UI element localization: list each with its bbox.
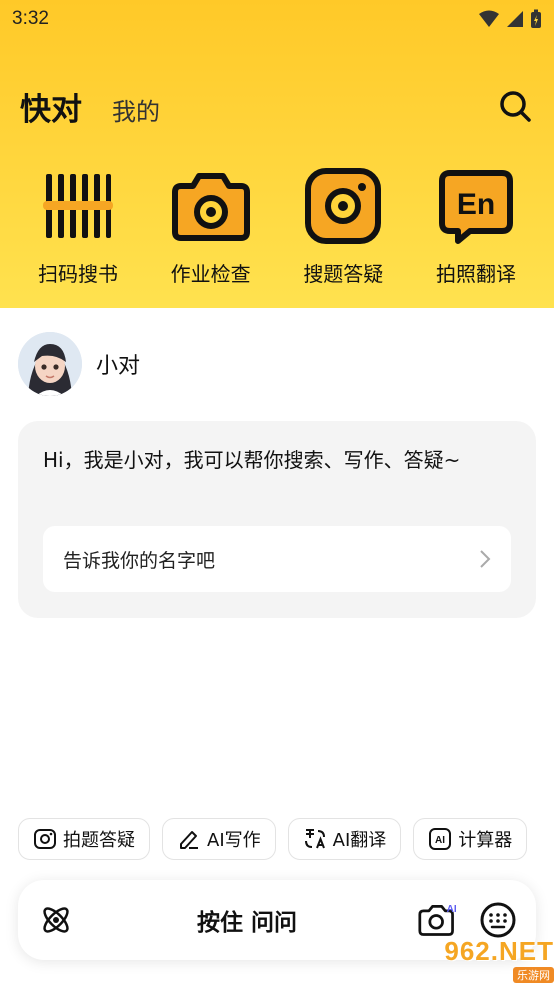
search-button[interactable] bbox=[496, 87, 534, 125]
chip-ai-writing[interactable]: AI写作 bbox=[162, 818, 276, 860]
suggestion-button[interactable]: 告诉我你的名字吧 bbox=[43, 526, 511, 592]
greeting-bubble: Hi，我是小对，我可以帮你搜索、写作、答疑~ 告诉我你的名字吧 bbox=[18, 421, 536, 618]
search-icon bbox=[500, 91, 531, 122]
system-icons bbox=[478, 9, 542, 29]
ai-camera-button[interactable]: AI bbox=[418, 900, 458, 940]
tab-kuaidui[interactable]: 快对 bbox=[20, 84, 82, 129]
chip-label: AI翻译 bbox=[332, 830, 387, 851]
chip-label: 计算器 bbox=[458, 830, 513, 851]
chip-label: AI写作 bbox=[207, 830, 261, 851]
tool-grid: 扫码搜书 作业检查 搜题答疑 En 拍照翻译 bbox=[12, 166, 542, 287]
tool-homework-check[interactable]: 作业检查 bbox=[145, 166, 277, 287]
tool-label: 拍照翻译 bbox=[435, 262, 516, 286]
chip-label: 拍题答疑 bbox=[63, 830, 135, 851]
header: 快对 我的 bbox=[20, 82, 534, 130]
tool-label: 作业检查 bbox=[170, 262, 251, 286]
avatar[interactable] bbox=[18, 332, 82, 396]
atom-icon bbox=[43, 907, 69, 933]
tool-search-question[interactable]: 搜题答疑 bbox=[277, 166, 409, 287]
watermark-subtext: 乐游网 bbox=[513, 966, 554, 983]
tool-label: 搜题答疑 bbox=[303, 262, 384, 286]
ai-calculator-icon: AI bbox=[429, 828, 452, 850]
signal-icon bbox=[507, 11, 523, 27]
suggestion-text: 告诉我你的名字吧 bbox=[63, 549, 216, 572]
photo-search-icon bbox=[303, 166, 383, 246]
status-bar: 3:32 bbox=[0, 0, 554, 38]
camera-icon bbox=[34, 829, 56, 849]
tool-scan-book[interactable]: 扫码搜书 bbox=[12, 166, 144, 287]
keyboard-button[interactable] bbox=[478, 900, 518, 940]
quick-actions: 拍题答疑 AI写作 AI翻译 AI 计算器 bbox=[18, 818, 554, 862]
ai-camera-icon: AI bbox=[418, 904, 457, 936]
camera-icon bbox=[171, 166, 251, 246]
chip-calculator[interactable]: AI 计算器 bbox=[413, 818, 528, 860]
hold-to-talk-button[interactable]: 按住 问问 bbox=[76, 903, 418, 937]
svg-text:AI: AI bbox=[435, 835, 445, 846]
greeting-text: Hi，我是小对，我可以帮你搜索、写作、答疑~ bbox=[43, 448, 461, 472]
chevron-right-icon bbox=[480, 550, 491, 568]
tool-photo-translate[interactable]: En 拍照翻译 bbox=[410, 166, 542, 287]
barcode-icon bbox=[38, 166, 118, 246]
bot-header: 小对 bbox=[18, 332, 140, 396]
chip-ai-translate[interactable]: AI翻译 bbox=[287, 818, 402, 860]
tool-label: 扫码搜书 bbox=[38, 262, 118, 286]
translate-en-icon: En bbox=[436, 166, 516, 246]
svg-text:En: En bbox=[457, 188, 495, 221]
chip-photo-question[interactable]: 拍题答疑 bbox=[18, 818, 150, 860]
bot-name: 小对 bbox=[96, 354, 141, 379]
translate-icon bbox=[304, 829, 325, 849]
tab-mine[interactable]: 我的 bbox=[112, 92, 160, 127]
camera-ai-badge: AI bbox=[447, 904, 457, 915]
wifi-icon bbox=[479, 10, 499, 27]
status-time: 3:32 bbox=[12, 8, 49, 29]
keyboard-icon bbox=[480, 902, 516, 938]
battery-icon bbox=[531, 9, 541, 28]
top-banner: 3:32 快对 我的 扫码搜书 作业检查 搜题答疑 En 拍照翻译 bbox=[0, 0, 554, 308]
input-bar: 按住 问问 AI bbox=[18, 880, 536, 960]
pen-icon bbox=[180, 831, 198, 849]
atom-button[interactable] bbox=[36, 900, 76, 940]
